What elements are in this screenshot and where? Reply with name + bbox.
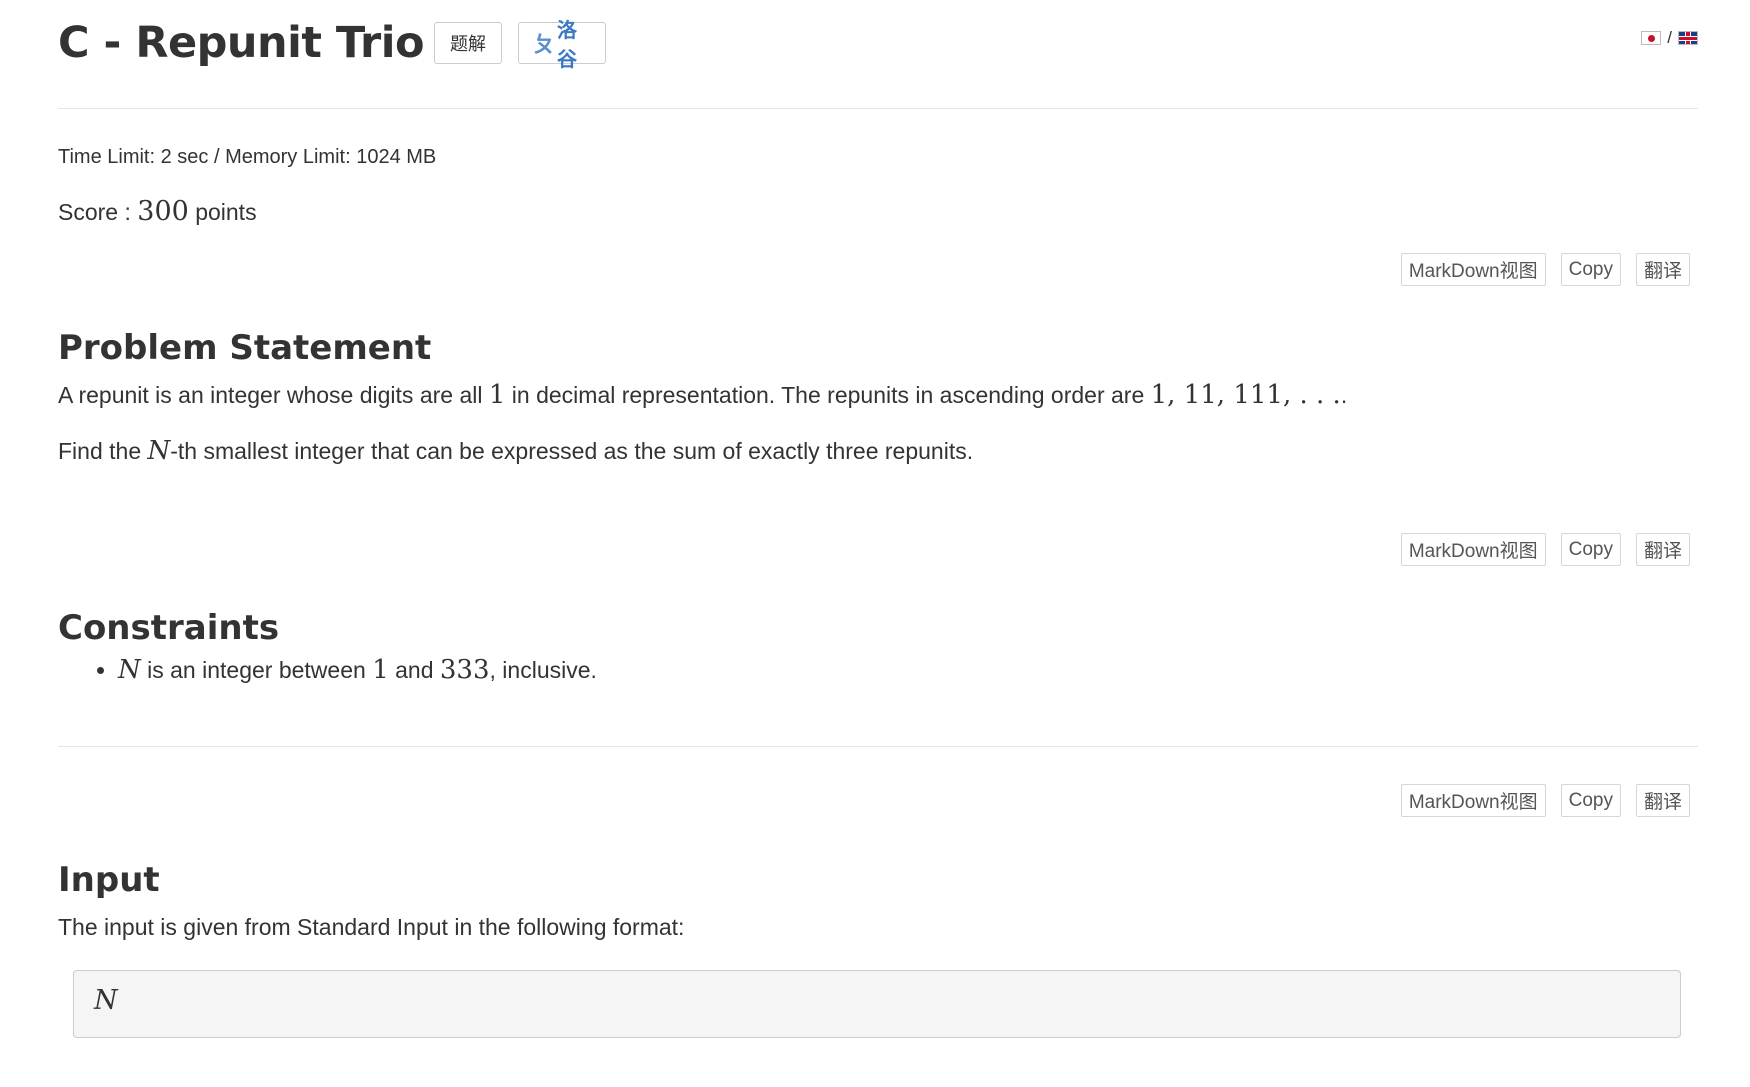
- problem-paragraph-1: A repunit is an integer whose digits are…: [58, 380, 1347, 410]
- score-prefix: Score :: [58, 199, 138, 225]
- problem-paragraph-2: Find the N-th smallest integer that can …: [58, 436, 973, 466]
- markdown-view-button[interactable]: MarkDown视图: [1400, 533, 1546, 566]
- limits-text: Time Limit: 2 sec / Memory Limit: 1024 M…: [58, 146, 437, 168]
- constraint-text-c: , inclusive.: [489, 657, 597, 683]
- constraints-list: N is an integer between 1 and 333, inclu…: [58, 655, 597, 685]
- p1-text-b: in decimal representation. The repunits …: [505, 382, 1151, 408]
- constraints-toolbar: MarkDown视图 Copy 翻译: [1400, 533, 1690, 566]
- p1-text-c: .: [1340, 382, 1348, 408]
- title-divider: [58, 108, 1698, 109]
- input-format-var: N: [94, 985, 118, 1016]
- io-divider: [58, 746, 1698, 747]
- luogu-label: 洛谷: [557, 20, 577, 71]
- problem-toolbar: MarkDown视图 Copy 翻译: [1400, 253, 1690, 286]
- editorial-label: 题解: [449, 34, 486, 54]
- luogu-logo-icon: ㄆ: [532, 32, 555, 57]
- input-heading: Input: [58, 860, 160, 900]
- japan-flag-icon[interactable]: [1641, 31, 1662, 45]
- translate-button[interactable]: 翻译: [1635, 784, 1690, 817]
- constraint-math-333: 333: [439, 655, 490, 685]
- p2-text-a: Find the: [58, 438, 148, 464]
- markdown-view-button[interactable]: MarkDown视图: [1400, 784, 1546, 817]
- page-title: C - Repunit Trio: [58, 18, 424, 68]
- copy-button[interactable]: Copy: [1560, 533, 1621, 566]
- input-description: The input is given from Standard Input i…: [58, 914, 685, 940]
- title-row: C - Repunit Trio 题解 ㄆ 洛谷: [58, 18, 606, 71]
- luogu-button[interactable]: ㄆ 洛谷: [517, 20, 606, 71]
- copy-button[interactable]: Copy: [1560, 253, 1621, 286]
- translate-button[interactable]: 翻译: [1635, 533, 1690, 566]
- problem-statement-heading: Problem Statement: [58, 328, 432, 368]
- p1-math-1: 1: [488, 380, 506, 410]
- constraint-text-b: and: [388, 657, 440, 683]
- lang-separator: /: [1667, 28, 1672, 47]
- input-toolbar: MarkDown视图 Copy 翻译: [1400, 784, 1690, 817]
- p1-math-2: 1, 11, 111, . . .: [1150, 380, 1341, 410]
- score-value: 300: [137, 196, 189, 227]
- p2-text-b: -th smallest integer that can be express…: [170, 438, 974, 464]
- score-suffix: points: [188, 199, 257, 225]
- copy-button[interactable]: Copy: [1560, 784, 1621, 817]
- list-item: N is an integer between 1 and 333, inclu…: [118, 655, 597, 685]
- uk-flag-icon[interactable]: [1678, 31, 1698, 45]
- constraint-text-a: is an integer between: [140, 657, 373, 683]
- constraint-math-1: 1: [372, 655, 389, 685]
- score-line: Score : 300 points: [58, 196, 257, 227]
- constraints-heading: Constraints: [58, 608, 280, 648]
- input-format-block: N: [73, 970, 1681, 1038]
- p1-text-a: A repunit is an integer whose digits are…: [58, 382, 489, 408]
- constraint-math-n: N: [118, 655, 141, 685]
- p2-math-n: N: [147, 436, 171, 466]
- markdown-view-button[interactable]: MarkDown视图: [1400, 253, 1546, 286]
- translate-button[interactable]: 翻译: [1635, 253, 1690, 286]
- language-switch: /: [1641, 28, 1698, 48]
- editorial-button[interactable]: 题解: [433, 22, 502, 64]
